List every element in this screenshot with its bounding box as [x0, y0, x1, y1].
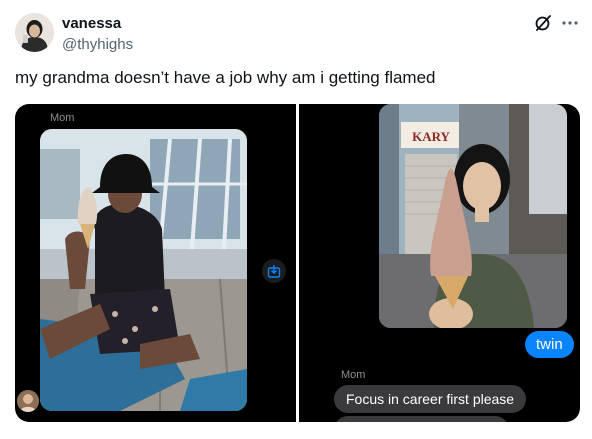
save-download-icon[interactable] [262, 259, 286, 283]
sender-avatar [17, 390, 39, 412]
grok-icon[interactable] [534, 14, 552, 32]
tweet-card[interactable]: vanessa @thyhighs my grandma doesn’t hav… [0, 0, 592, 439]
media-left-screenshot[interactable]: Mom [15, 104, 296, 422]
mom-message-bubble: Focus in career first please [334, 385, 527, 413]
store-sign-text: KARY [412, 129, 450, 144]
avatar[interactable] [15, 13, 54, 52]
reply-bubble: twin [525, 331, 574, 358]
tweet-text: my grandma doesn’t have a job why am i g… [15, 68, 436, 87]
user-handle[interactable]: @thyhighs [62, 36, 133, 53]
sender-label: Mom [50, 112, 75, 124]
more-icon[interactable] [561, 14, 579, 32]
display-name[interactable]: vanessa [62, 15, 121, 32]
grandma-photo[interactable] [40, 129, 247, 411]
twin-photo[interactable]: KARY [379, 104, 567, 328]
media-right-screenshot[interactable]: KARY twin Mom Focus in career first plea… [299, 104, 580, 422]
next-message-bubble [334, 416, 509, 422]
media-grid[interactable]: Mom KARY twin Mom Focus in career first … [15, 104, 580, 422]
sender-label: Mom [341, 369, 366, 381]
